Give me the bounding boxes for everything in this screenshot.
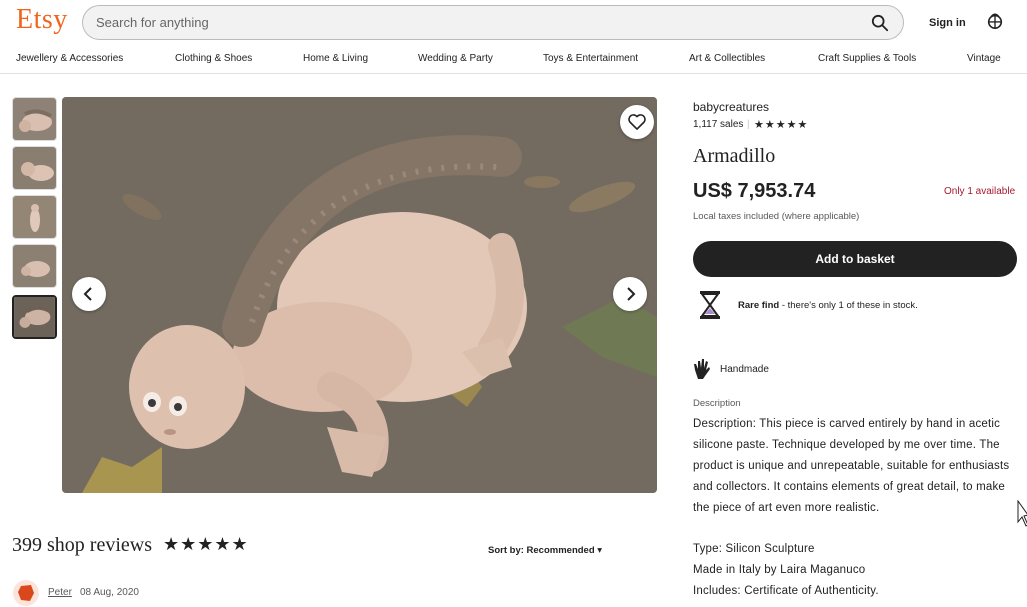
caret-down-icon: ▾	[597, 545, 603, 556]
shop-sales-count: 1,117 sales	[693, 119, 744, 130]
description-text: Description: This piece is carved entire…	[693, 418, 1010, 514]
etsy-logo[interactable]: Etsy	[16, 4, 68, 36]
reviews-stars: ★★★★★	[163, 534, 249, 554]
nav-jewellery[interactable]: Jewellery & Accessories	[16, 53, 123, 64]
search-bar[interactable]: Search for anything	[82, 5, 904, 40]
nav-clothing[interactable]: Clothing & Shoes	[175, 53, 252, 64]
favorite-button[interactable]	[620, 105, 654, 139]
shop-rating-stars[interactable]: ★★★★★	[754, 118, 808, 131]
chevron-left-icon	[83, 287, 92, 301]
thumbnail-4[interactable]	[12, 244, 57, 288]
basket-icon[interactable]	[986, 12, 1004, 30]
heart-icon	[628, 114, 646, 130]
thumbnail-5-selected[interactable]	[12, 295, 57, 339]
chevron-right-icon	[627, 287, 636, 301]
rare-find-text: - there's only 1 of these in stock.	[779, 300, 918, 311]
product-main-image	[62, 97, 657, 493]
detail-includes: Includes: Certificate of Authenticity.	[693, 585, 879, 597]
availability-badge: Only 1 available	[944, 186, 1016, 197]
reviewer-name-link[interactable]: Peter	[48, 587, 72, 598]
hourglass-icon	[700, 291, 720, 319]
sign-in-link[interactable]: Sign in	[929, 17, 966, 29]
sort-dropdown[interactable]: Sort by: Recommended ▾	[488, 545, 602, 556]
taxes-note: Local taxes included (where applicable)	[693, 211, 860, 222]
hand-icon	[694, 359, 710, 379]
listing-title: Armadillo	[693, 145, 776, 167]
sort-label: Sort by:	[488, 545, 524, 556]
add-to-basket-button[interactable]: Add to basket	[693, 241, 1017, 277]
detail-type: Type: Silicon Sculpture	[693, 543, 815, 555]
thumbnail-3[interactable]	[12, 195, 57, 239]
search-icon[interactable]	[871, 14, 889, 32]
armadillo-photo	[62, 97, 657, 493]
handmade-label: Handmade	[720, 364, 769, 375]
listing-price: US$ 7,953.74	[693, 180, 816, 202]
review-date: 08 Aug, 2020	[80, 587, 139, 598]
previous-image-button[interactable]	[72, 277, 106, 311]
nav-craft[interactable]: Craft Supplies & Tools	[818, 53, 916, 64]
nav-vintage[interactable]: Vintage	[967, 53, 1001, 64]
reviews-heading: 399 shop reviews	[12, 534, 152, 556]
detail-origin: Made in Italy by Laira Maganuco	[693, 564, 866, 576]
rare-find-note: Rare find - there's only 1 of these in s…	[738, 300, 918, 311]
avatar	[13, 580, 39, 606]
shop-name-link[interactable]: babycreatures	[693, 100, 769, 114]
rare-find-label: Rare find	[738, 300, 780, 311]
nav-home-living[interactable]: Home & Living	[303, 53, 368, 64]
search-input[interactable]: Search for anything	[96, 15, 209, 30]
mouse-cursor-icon	[1017, 500, 1027, 527]
thumbnail-2[interactable]	[12, 146, 57, 190]
category-nav: Jewellery & Accessories Clothing & Shoes…	[0, 50, 1027, 74]
nav-wedding[interactable]: Wedding & Party	[418, 53, 493, 64]
next-image-button[interactable]	[613, 277, 647, 311]
separator: |	[747, 119, 750, 130]
sort-value: Recommended	[526, 545, 595, 556]
nav-art[interactable]: Art & Collectibles	[689, 53, 765, 64]
thumbnail-1[interactable]	[12, 97, 57, 141]
description-heading: Description	[693, 398, 741, 409]
nav-toys[interactable]: Toys & Entertainment	[543, 53, 638, 64]
